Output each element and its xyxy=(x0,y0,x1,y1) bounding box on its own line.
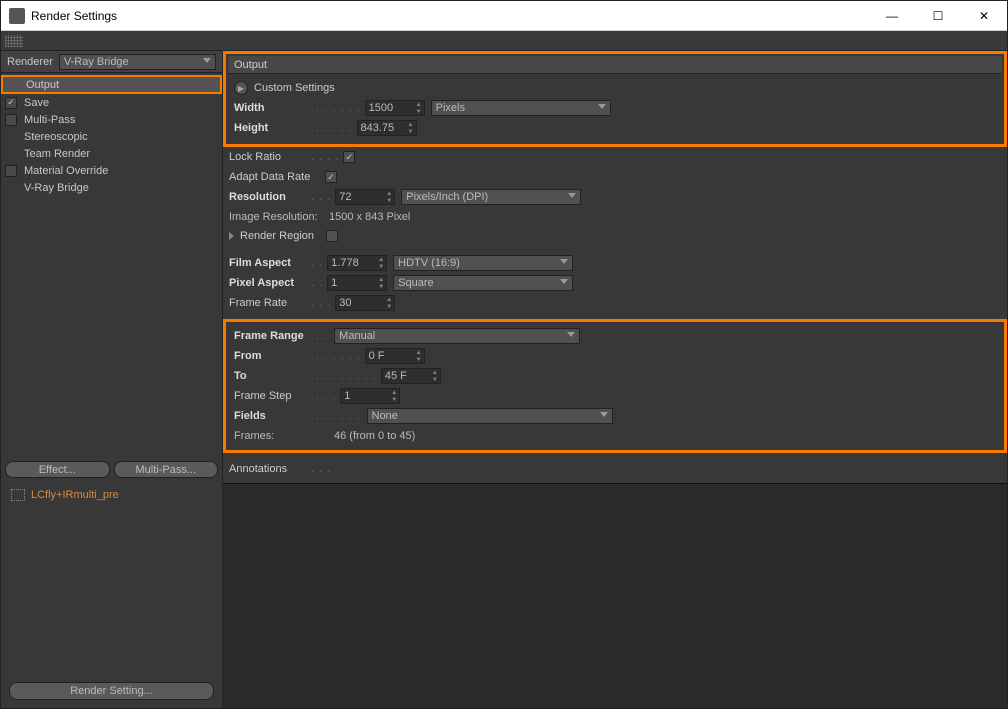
window-title: Render Settings xyxy=(31,9,869,23)
lock-ratio-label: Lock Ratio xyxy=(229,151,311,163)
frames-value: 46 (from 0 to 45) xyxy=(334,430,415,442)
tree-item-output[interactable]: Output xyxy=(1,75,222,94)
resolution-units-select[interactable]: Pixels/Inch (DPI) xyxy=(401,189,581,205)
chevron-down-icon xyxy=(560,259,568,264)
tree-label: Save xyxy=(24,97,49,109)
app-icon xyxy=(9,8,25,24)
renderer-label: Renderer xyxy=(7,56,53,68)
renderer-select[interactable]: V-Ray Bridge xyxy=(59,54,216,70)
highlight-box-dimensions: Output ▶ Custom Settings Width . . . . .… xyxy=(223,51,1007,147)
tree-label: Material Override xyxy=(24,165,108,177)
tree-item-teamrender[interactable]: Team Render xyxy=(1,145,222,162)
toolbar xyxy=(1,31,1007,51)
sidebar: Renderer V-Ray Bridge Output ✓ Save xyxy=(1,51,223,708)
to-input[interactable]: 45 F ▲▼ xyxy=(381,368,441,384)
frame-step-input[interactable]: 1 ▲▼ xyxy=(340,388,400,404)
chevron-down-icon xyxy=(560,279,568,284)
output-header: Output xyxy=(228,56,1002,74)
sidebar-bottom: Effect... Multi-Pass... LCfly+IRmulti_pr… xyxy=(1,457,222,708)
from-input[interactable]: 0 F ▲▼ xyxy=(365,348,425,364)
minimize-button[interactable]: — xyxy=(869,1,915,31)
checkbox-icon[interactable] xyxy=(5,165,17,177)
fields-select[interactable]: None xyxy=(367,408,613,424)
dots: . . . . . . xyxy=(316,102,361,114)
frame-range-select[interactable]: Manual xyxy=(334,328,580,344)
film-aspect-input[interactable]: 1.778 ▲▼ xyxy=(327,255,387,271)
render-setting-button[interactable]: Render Setting... xyxy=(9,682,214,700)
adapt-data-rate-label: Adapt Data Rate xyxy=(229,171,321,183)
highlight-box-framerange: Frame Range . . Manual From . . . . . . xyxy=(223,319,1007,453)
tree-label: Team Render xyxy=(24,148,90,160)
effect-button[interactable]: Effect... xyxy=(5,461,110,478)
film-aspect-label: Film Aspect xyxy=(229,257,311,269)
render-region-label: Render Region xyxy=(240,230,322,242)
frame-range-label: Frame Range xyxy=(234,330,316,342)
from-label: From xyxy=(234,350,316,362)
height-input[interactable]: 843.75 ▲▼ xyxy=(357,120,417,136)
tree-label: Output xyxy=(26,79,59,91)
resolution-label: Resolution xyxy=(229,191,311,203)
render-region-checkbox[interactable] xyxy=(326,230,338,242)
chevron-down-icon xyxy=(598,104,606,109)
render-settings-window: Render Settings — ☐ ✕ Renderer V-Ray Bri… xyxy=(0,0,1008,709)
chevron-down-icon xyxy=(567,332,575,337)
checkbox-icon[interactable] xyxy=(5,114,17,126)
adapt-data-rate-checkbox[interactable]: ✓ xyxy=(325,171,337,183)
tree-label: V-Ray Bridge xyxy=(24,182,89,194)
custom-settings-label: Custom Settings xyxy=(254,82,335,94)
image-resolution-value: 1500 x 843 Pixel xyxy=(329,211,410,223)
dots: . . . . . xyxy=(316,122,353,134)
renderer-value: V-Ray Bridge xyxy=(64,56,129,68)
width-input[interactable]: 1500 ▲▼ xyxy=(365,100,425,116)
pixel-aspect-label: Pixel Aspect xyxy=(229,277,311,289)
tree-item-materialoverride[interactable]: Material Override xyxy=(1,162,222,179)
main-panel: Output ▶ Custom Settings Width . . . . .… xyxy=(223,51,1007,708)
chevron-down-icon xyxy=(600,412,608,417)
frames-label: Frames: xyxy=(234,430,330,442)
pixel-aspect-select[interactable]: Square xyxy=(393,275,573,291)
preset-area: LCfly+IRmulti_pre xyxy=(5,482,218,508)
preset-name: LCfly+IRmulti_pre xyxy=(31,489,119,501)
annotations-label: Annotations xyxy=(229,463,311,475)
expand-icon[interactable] xyxy=(229,232,234,240)
chevron-down-icon xyxy=(568,193,576,198)
tree-label: Multi-Pass xyxy=(24,114,75,126)
output-panel: Output ▶ Custom Settings Width . . . . .… xyxy=(223,51,1007,483)
frame-rate-label: Frame Rate xyxy=(229,297,311,309)
checkbox-icon[interactable]: ✓ xyxy=(5,97,17,109)
pixel-aspect-input[interactable]: 1 ▲▼ xyxy=(327,275,387,291)
titlebar: Render Settings — ☐ ✕ xyxy=(1,1,1007,31)
frame-rate-input[interactable]: 30 ▲▼ xyxy=(335,295,395,311)
annotations-area[interactable] xyxy=(223,483,1007,708)
lock-ratio-checkbox[interactable]: ✓ xyxy=(343,151,355,163)
preset-item[interactable]: LCfly+IRmulti_pre xyxy=(5,486,218,504)
tree-label: Stereoscopic xyxy=(24,131,88,143)
multipass-button[interactable]: Multi-Pass... xyxy=(114,461,219,478)
resolution-input[interactable]: 72 ▲▼ xyxy=(335,189,395,205)
chevron-down-icon xyxy=(203,58,211,63)
tree-item-save[interactable]: ✓ Save xyxy=(1,94,222,111)
custom-settings-row: ▶ Custom Settings xyxy=(234,78,996,98)
fields-label: Fields xyxy=(234,410,316,422)
content-area: Renderer V-Ray Bridge Output ✓ Save xyxy=(1,51,1007,708)
settings-tree: Output ✓ Save Multi-Pass Stereoscopic xyxy=(1,73,222,457)
toolbar-handle-icon xyxy=(5,35,23,47)
width-label: Width xyxy=(234,102,316,114)
units-select[interactable]: Pixels xyxy=(431,100,611,116)
preset-icon xyxy=(11,489,25,501)
frame-step-label: Frame Step xyxy=(234,390,316,402)
to-label: To xyxy=(234,370,316,382)
tree-item-vraybridge[interactable]: V-Ray Bridge xyxy=(1,179,222,196)
renderer-row: Renderer V-Ray Bridge xyxy=(1,51,222,73)
maximize-button[interactable]: ☐ xyxy=(915,1,961,31)
height-label: Height xyxy=(234,122,316,134)
image-resolution-label: Image Resolution: xyxy=(229,211,325,223)
close-button[interactable]: ✕ xyxy=(961,1,1007,31)
tree-item-multipass[interactable]: Multi-Pass xyxy=(1,111,222,128)
film-aspect-select[interactable]: HDTV (16:9) xyxy=(393,255,573,271)
expand-icon[interactable]: ▶ xyxy=(234,81,248,95)
tree-item-stereoscopic[interactable]: Stereoscopic xyxy=(1,128,222,145)
